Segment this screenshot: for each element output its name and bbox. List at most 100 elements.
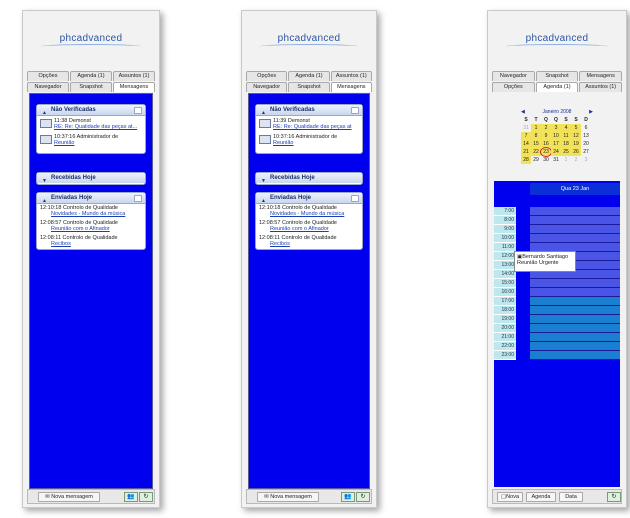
message-item[interactable]: 11:38 Demonst RE: Re: Qualidade das peça… [37, 116, 145, 132]
time-slot[interactable] [530, 225, 620, 234]
time-slot[interactable] [530, 351, 620, 360]
agenda-button[interactable]: Agenda [526, 492, 556, 502]
card-received-header[interactable]: ▼ Recebidas Hoje [256, 173, 362, 184]
tab-assuntos[interactable]: Assuntos (1) [113, 71, 155, 81]
prev-month-icon[interactable]: ◀ [521, 109, 525, 115]
message-item[interactable]: 10:37:16 Administrador de Reunião [37, 132, 145, 148]
sent-item[interactable]: 12:08:11 Controlo de Qualidade Recibos [37, 234, 145, 249]
tab-navegador[interactable]: Navegador [492, 71, 535, 81]
calendar-day[interactable]: 26 [571, 148, 581, 156]
message-subject-link[interactable]: Reunião [54, 140, 75, 146]
tab-opcoes[interactable]: Opções [246, 71, 288, 81]
sent-item[interactable]: 12:08:57 Controlo de Qualidade Reunião co… [256, 219, 362, 234]
message-item[interactable]: 11:39 Demonst RE: Re: Qualidade das peça… [256, 116, 362, 132]
tab-assuntos[interactable]: Assuntos (1) [579, 82, 623, 92]
time-slot[interactable] [530, 315, 620, 324]
calendar-day[interactable]: 20 [581, 140, 591, 148]
tab-opcoes[interactable]: Opções [492, 82, 535, 92]
next-month-icon[interactable]: ▶ [589, 109, 593, 115]
message-subject-link[interactable]: RE: Re: Qualidade das peças at... [54, 124, 137, 130]
tab-agenda[interactable]: Agenda (1) [535, 82, 579, 92]
sent-subject-link[interactable]: Recibos [51, 241, 142, 247]
calendar-day[interactable]: 13 [581, 132, 591, 140]
time-slot[interactable] [530, 279, 620, 288]
calendar-day[interactable]: 2 [541, 124, 551, 132]
calendar-day[interactable]: 19 [571, 140, 581, 148]
card-sent-header[interactable]: ▲ Enviadas Hoje [256, 193, 362, 204]
sent-subject-link[interactable]: Reunião com o Afinador [51, 226, 142, 232]
time-slot[interactable] [530, 216, 620, 225]
tab-snapshot[interactable]: Snapshot [70, 82, 112, 92]
time-slot[interactable] [530, 324, 620, 333]
calendar-day[interactable]: 29 [531, 156, 541, 164]
calendar-day[interactable]: 9 [541, 132, 551, 140]
card-unverified-header[interactable]: ▲ Não Verificadas [256, 105, 362, 116]
tab-agenda[interactable]: Agenda (1) [70, 71, 112, 81]
new-message-button[interactable]: ✉ Nova mensagem [257, 492, 319, 502]
calendar-day-today[interactable]: 23 [540, 147, 552, 157]
time-slot[interactable] [530, 288, 620, 297]
calendar-day[interactable]: 28 [521, 156, 531, 164]
calendar-day[interactable]: 3 [581, 156, 591, 164]
calendar-day[interactable]: 1 [531, 124, 541, 132]
date-button[interactable]: Data [559, 492, 583, 502]
calendar-day[interactable]: 22 [531, 148, 541, 156]
calendar-day[interactable]: 31 [521, 124, 531, 132]
sent-item[interactable]: 12:08:57 Controlo de Qualidade Reunião co… [37, 219, 145, 234]
time-slot[interactable] [530, 342, 620, 351]
calendar-day[interactable]: 12 [571, 132, 581, 140]
sent-subject-link[interactable]: Recibos [270, 241, 359, 247]
card-sent-header[interactable]: ▲ Enviadas Hoje [37, 193, 145, 204]
sent-subject-link[interactable]: Reunião com o Afinador [270, 226, 359, 232]
card-options-button[interactable] [134, 107, 142, 114]
refresh-icon[interactable]: ↻ [356, 492, 370, 502]
calendar-day[interactable]: 4 [561, 124, 571, 132]
users-icon[interactable]: 👥 [341, 492, 355, 502]
sent-item[interactable]: 12:08:11 Controlo de Qualidade Recibos [256, 234, 362, 249]
calendar-day[interactable]: 15 [531, 140, 541, 148]
tab-agenda[interactable]: Agenda (1) [288, 71, 330, 81]
calendar-day[interactable]: 3 [551, 124, 561, 132]
sent-item[interactable]: 12:10:18 Controlo de Qualidade Novidades … [256, 204, 362, 219]
tab-snapshot[interactable]: Snapshot [288, 82, 330, 92]
tab-mensagens[interactable]: Mensagens [330, 82, 372, 92]
calendar-day[interactable]: 2 [571, 156, 581, 164]
calendar-day[interactable]: 11 [561, 132, 571, 140]
tab-assuntos[interactable]: Assuntos (1) [330, 71, 372, 81]
calendar-day[interactable]: 10 [551, 132, 561, 140]
calendar-day[interactable]: 30 [541, 156, 551, 164]
card-unverified-header[interactable]: ▲ Não Verificadas [37, 105, 145, 116]
calendar-day[interactable]: 8 [531, 132, 541, 140]
time-slot[interactable] [530, 234, 620, 243]
new-appointment-button[interactable]: ▢Nova [497, 492, 523, 502]
users-icon[interactable]: 👥 [124, 492, 138, 502]
calendar-day[interactable]: 1 [561, 156, 571, 164]
calendar-day[interactable]: 14 [521, 140, 531, 148]
card-received-header[interactable]: ▼ Recebidas Hoje [37, 173, 145, 184]
sent-item[interactable]: 12:10:18 Controlo de Qualidade Novidades … [37, 204, 145, 219]
calendar-day[interactable]: 27 [581, 148, 591, 156]
card-options-button[interactable] [134, 195, 142, 202]
calendar-day[interactable]: 17 [551, 140, 561, 148]
tab-mensagens[interactable]: Mensagens [579, 71, 623, 81]
card-options-button[interactable] [351, 107, 359, 114]
time-slot[interactable] [530, 297, 620, 306]
appointment-card[interactable]: ▣Bernardo Santiago Reunião Urgente [514, 251, 576, 272]
calendar-day[interactable]: 31 [551, 156, 561, 164]
message-subject-link[interactable]: Reunião [273, 140, 294, 146]
refresh-icon[interactable]: ↻ [139, 492, 153, 502]
message-subject-link[interactable]: RE: Re: Qualidade das peças at [273, 124, 352, 130]
tab-snapshot[interactable]: Snapshot [535, 71, 579, 81]
message-item[interactable]: 10:37:16 Administrador de Reunião [256, 132, 362, 148]
time-slot[interactable] [530, 333, 620, 342]
tab-navegador[interactable]: Navegador [246, 82, 288, 92]
tab-navegador[interactable]: Navegador [27, 82, 69, 92]
sent-subject-link[interactable]: Novidades - Mundo da música [51, 211, 142, 217]
card-options-button[interactable] [351, 195, 359, 202]
new-message-button[interactable]: ✉ Nova mensagem [38, 492, 100, 502]
calendar-day[interactable]: 5 [571, 124, 581, 132]
refresh-icon[interactable]: ↻ [607, 492, 621, 502]
calendar-day[interactable]: 16 [541, 140, 551, 148]
calendar-day[interactable]: 6 [581, 124, 591, 132]
calendar-day[interactable]: 7 [521, 132, 531, 140]
